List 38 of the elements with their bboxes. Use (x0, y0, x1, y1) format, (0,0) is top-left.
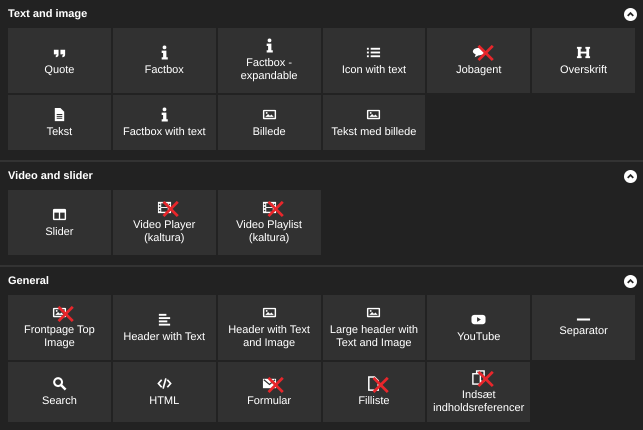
text-lines-icon (156, 312, 172, 327)
block-tile[interactable]: Slider (8, 190, 111, 255)
dash-icon (576, 318, 592, 321)
collapse-toggle-icon[interactable] (624, 170, 637, 182)
section-title: General (8, 275, 49, 287)
search-icon (52, 376, 67, 392)
block-tile[interactable]: YouTube (427, 295, 530, 360)
code-icon (156, 376, 172, 392)
collapse-toggle-icon[interactable] (624, 8, 637, 20)
collapse-toggle-icon[interactable] (624, 274, 637, 288)
block-tile[interactable]: HTML (112, 362, 216, 422)
block-tile[interactable]: Large header with Text and Image (322, 295, 426, 360)
block-tile[interactable]: Billede (218, 95, 320, 150)
block-tile[interactable]: Separator (532, 295, 635, 360)
block-tile[interactable]: Factbox - expandable (218, 28, 320, 93)
copy-icon (471, 370, 486, 385)
block-tile[interactable]: Frontpage Top Image (8, 295, 111, 360)
block-tile[interactable]: Header with Text and Image (218, 295, 320, 360)
block-tile[interactable]: Icon with text (322, 28, 426, 93)
section-title: Text and image (8, 8, 88, 20)
columns-icon (52, 206, 67, 222)
block-tile[interactable]: Video Playlist (kaltura) (218, 190, 320, 255)
block-tile[interactable]: Video Player (kaltura) (112, 190, 216, 255)
block-tile[interactable]: Tekst med billede (322, 95, 426, 150)
block-tile[interactable]: Filliste (322, 362, 426, 422)
heading-icon (576, 44, 592, 60)
block-tile[interactable]: Search (8, 362, 111, 422)
block-tile[interactable]: Jobagent (427, 28, 530, 93)
block-tile[interactable]: Formular (218, 362, 320, 422)
block-tile[interactable]: Overskrift (532, 28, 635, 93)
block-tile[interactable]: Indsæt indholdsreferencer (427, 362, 530, 422)
section-title: Video and slider (8, 170, 93, 182)
block-tile[interactable]: Tekst (8, 95, 111, 150)
block-tile[interactable]: Factbox (112, 28, 216, 93)
block-tile[interactable]: Header with Text (112, 295, 216, 360)
block-tile[interactable]: Quote (8, 28, 111, 93)
file-icon (366, 376, 382, 392)
block-tile[interactable]: Factbox with text (112, 95, 216, 150)
